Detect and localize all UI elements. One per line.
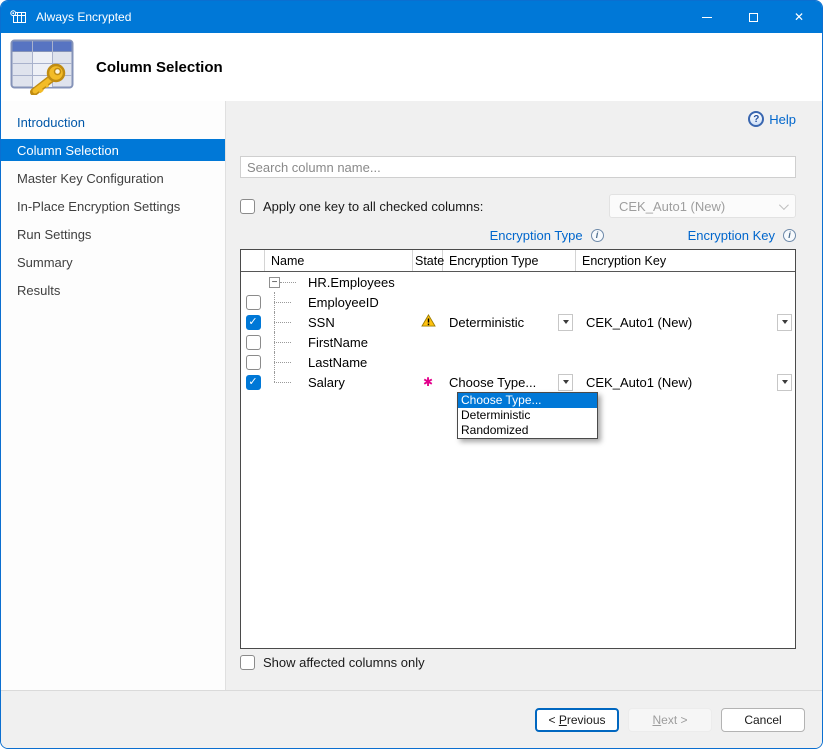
header-checkbox-column (241, 250, 265, 271)
column-name: FirstName (308, 335, 368, 350)
warning-icon (421, 314, 436, 330)
dropdown-arrow-icon[interactable] (777, 314, 792, 331)
dropdown-arrow-icon[interactable] (777, 374, 792, 391)
app-icon (10, 10, 27, 25)
encryption-key-cell[interactable]: CEK_Auto1 (New) (576, 312, 795, 332)
columns-grid: Name State Encryption Type Encryption Ke… (240, 249, 796, 649)
maximize-button[interactable] (730, 1, 776, 33)
column-name: SSN (308, 315, 335, 330)
table-row-salary: ✓ Salary ✱ Choose Type... CEK_Auto1 (New… (241, 372, 795, 392)
dropdown-arrow-icon[interactable] (558, 374, 573, 391)
grid-header: Name State Encryption Type Encryption Ke… (241, 250, 795, 272)
master-key-combobox[interactable]: CEK_Auto1 (New) (609, 194, 796, 218)
dropdown-option-randomized[interactable]: Randomized (458, 423, 597, 438)
show-affected-checkbox[interactable] (240, 655, 255, 670)
check-icon: ✓ (248, 377, 257, 388)
sidebar-item-run-settings[interactable]: Run Settings (1, 223, 225, 245)
titlebar: Always Encrypted ✕ (1, 1, 822, 33)
encryption-key-info-icon[interactable]: i (783, 229, 796, 242)
required-icon: ✱ (423, 376, 433, 388)
help-link[interactable]: Help (769, 112, 796, 127)
search-input[interactable] (240, 156, 796, 178)
column-name: Salary (308, 375, 345, 390)
apply-one-key-label: Apply one key to all checked columns: (263, 199, 483, 214)
page-title: Column Selection (96, 59, 223, 76)
table-key-icon (10, 39, 76, 95)
encryption-key-link[interactable]: Encryption Key (688, 228, 775, 243)
encryption-type-value: Choose Type... (449, 375, 536, 390)
sidebar-item-introduction[interactable]: Introduction (1, 111, 225, 133)
previous-button[interactable]: < Previous (535, 708, 619, 732)
cancel-button[interactable]: Cancel (721, 708, 805, 732)
sidebar-item-summary[interactable]: Summary (1, 251, 225, 273)
table-row-lastname: LastName (241, 352, 795, 372)
always-encrypted-wizard-window: Always Encrypted ✕ (0, 0, 823, 749)
close-icon: ✕ (794, 11, 804, 23)
help-icon: ? (748, 111, 764, 127)
table-name: HR.Employees (308, 275, 395, 290)
table-row-ssn: ✓ SSN Deterministic (241, 312, 795, 332)
apply-one-key-checkbox[interactable] (240, 199, 255, 214)
show-affected-label: Show affected columns only (263, 655, 425, 670)
row-checkbox[interactable]: ✓ (246, 375, 261, 390)
encryption-type-link[interactable]: Encryption Type (490, 228, 583, 243)
window-title: Always Encrypted (36, 10, 131, 24)
footer-bar: < Previous Next > Cancel (1, 690, 822, 748)
encryption-type-cell[interactable]: Deterministic (443, 312, 576, 332)
header-encryption-key[interactable]: Encryption Key (576, 250, 795, 271)
header-encryption-type[interactable]: Encryption Type (443, 250, 576, 271)
chevron-down-icon (779, 200, 789, 210)
check-icon: ✓ (248, 317, 257, 328)
table-group-row: − HR.Employees (241, 272, 795, 292)
next-button[interactable]: Next > (628, 708, 712, 732)
sidebar-item-results[interactable]: Results (1, 279, 225, 301)
row-checkbox[interactable] (246, 295, 261, 310)
header-name[interactable]: Name (265, 250, 413, 271)
row-checkbox[interactable] (246, 355, 261, 370)
tree-line (265, 332, 308, 352)
master-key-value: CEK_Auto1 (New) (619, 199, 725, 214)
encryption-key-cell[interactable]: CEK_Auto1 (New) (576, 372, 795, 392)
row-checkbox[interactable] (246, 335, 261, 350)
sidebar-item-master-key-configuration[interactable]: Master Key Configuration (1, 167, 225, 189)
minimize-icon (702, 17, 712, 18)
tree-line (265, 372, 308, 392)
encryption-type-dropdown-list: Choose Type... Deterministic Randomized (457, 392, 598, 439)
dropdown-option-deterministic[interactable]: Deterministic (458, 408, 597, 423)
tree-line (280, 282, 296, 283)
close-button[interactable]: ✕ (776, 1, 822, 33)
tree-line (265, 292, 308, 312)
header-state[interactable]: State (413, 250, 443, 271)
window-controls: ✕ (684, 1, 822, 33)
wizard-steps-sidebar: Introduction Column Selection Master Key… (1, 101, 226, 690)
collapse-expander-icon[interactable]: − (269, 277, 280, 288)
dropdown-arrow-icon[interactable] (558, 314, 573, 331)
wizard-header: Column Selection (1, 33, 822, 101)
row-checkbox[interactable]: ✓ (246, 315, 261, 330)
encryption-type-info-icon[interactable]: i (591, 229, 604, 242)
encryption-key-value: CEK_Auto1 (New) (586, 375, 692, 390)
encryption-type-value: Deterministic (449, 315, 524, 330)
tree-line (265, 312, 308, 332)
minimize-button[interactable] (684, 1, 730, 33)
column-name: EmployeeID (308, 295, 379, 310)
main-content: ? Help Apply one key to all checked colu… (226, 101, 822, 690)
dropdown-option-choose-type[interactable]: Choose Type... (458, 393, 597, 408)
table-row-employeeid: EmployeeID (241, 292, 795, 312)
encryption-key-value: CEK_Auto1 (New) (586, 315, 692, 330)
maximize-icon (749, 13, 758, 22)
sidebar-item-column-selection[interactable]: Column Selection (1, 139, 225, 161)
encryption-type-cell[interactable]: Choose Type... (443, 372, 576, 392)
table-row-firstname: FirstName (241, 332, 795, 352)
tree-line (265, 352, 308, 372)
sidebar-item-in-place-encryption-settings[interactable]: In-Place Encryption Settings (1, 195, 225, 217)
column-name: LastName (308, 355, 367, 370)
